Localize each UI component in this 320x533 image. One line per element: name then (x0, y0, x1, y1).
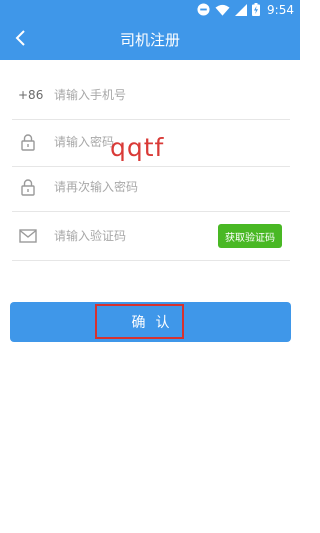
status-bar: 9:54 (0, 0, 300, 20)
battery-icon (252, 1, 261, 20)
verify-code-input[interactable] (54, 224, 184, 248)
status-time: 9:54 (267, 3, 294, 17)
get-code-button[interactable]: 获取验证码 (218, 224, 282, 248)
country-code: +86 (18, 88, 44, 102)
lock-icon (16, 175, 40, 199)
app-bar: 司机注册 (0, 20, 300, 60)
status-icons: 9:54 (197, 2, 294, 18)
phone-input[interactable] (54, 83, 214, 107)
signal-icon (235, 1, 248, 20)
confirm-password-input[interactable] (54, 175, 214, 199)
verify-code-row: 获取验证码 (12, 212, 290, 261)
mail-icon (16, 224, 40, 248)
lock-icon (16, 130, 40, 154)
page-title: 司机注册 (119, 31, 180, 49)
confirm-password-row (12, 163, 290, 212)
wifi-icon (215, 1, 230, 20)
password-input[interactable] (54, 130, 214, 154)
password-row (12, 118, 290, 167)
do-not-disturb-icon (197, 1, 210, 20)
confirm-button[interactable]: 确认 (10, 302, 291, 342)
phone-row: +86 (12, 71, 290, 120)
